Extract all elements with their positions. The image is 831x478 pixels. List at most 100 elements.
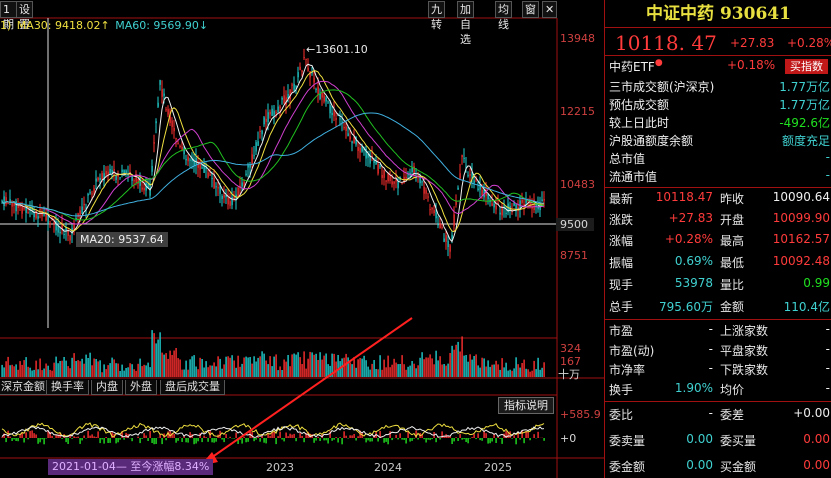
volume-bar <box>403 364 405 377</box>
volume-bar <box>87 358 89 377</box>
candle-body <box>49 223 51 225</box>
volume-bar <box>543 362 545 377</box>
field-value: - <box>825 322 830 336</box>
volume-bar <box>431 358 433 377</box>
volume-bar <box>411 361 413 377</box>
candle-body <box>343 127 345 129</box>
candle-body <box>347 133 349 137</box>
indicator-bar <box>85 438 87 439</box>
candle-body <box>69 235 71 241</box>
tab-shenjing-amount[interactable]: 深京金额 <box>0 380 50 395</box>
candle-body <box>43 214 45 216</box>
volume-bar <box>437 360 439 377</box>
info-row: 总市值 - <box>605 150 831 168</box>
volume-bar <box>69 368 71 377</box>
volume-bar <box>71 357 73 377</box>
add-watchlist-button[interactable]: 加自选 <box>457 1 474 46</box>
indicator-bar <box>273 431 275 438</box>
volume-bar <box>361 358 363 377</box>
volume-bar <box>423 359 425 377</box>
candle-body <box>451 234 453 239</box>
volume-bar <box>381 369 383 377</box>
volume-bar <box>311 352 313 377</box>
volume-bar <box>415 368 417 377</box>
volume-bar <box>143 364 145 377</box>
tab-turnover[interactable]: 换手率 <box>46 380 89 395</box>
volume-bar <box>241 363 243 377</box>
volume-bar <box>85 354 87 377</box>
candle-body <box>63 234 65 235</box>
volume-bar <box>407 366 409 377</box>
quote-grid-row: 市盈 - 上涨家数 - <box>605 322 831 342</box>
volume-bar <box>235 367 237 377</box>
volume-bar <box>231 355 233 377</box>
indicator-bar <box>83 435 85 438</box>
candle-body <box>521 199 523 203</box>
candle-body <box>357 147 359 151</box>
volume-bar <box>505 362 507 377</box>
tab-after-hours-volume[interactable]: 盘后成交量 <box>160 380 225 395</box>
indicator-bar <box>213 438 215 443</box>
indicator-bar <box>387 438 389 445</box>
indicator-bar <box>1 437 3 438</box>
candle-body <box>173 128 175 132</box>
kline-chart-area[interactable]: 1期 设置 九转 加自选 均线 窗 ✕ 1) MA30: 9418.02↑ MA… <box>0 0 604 478</box>
volume-bar <box>475 354 477 377</box>
volume-bar <box>19 361 21 377</box>
info-value: - <box>825 168 830 182</box>
window-button[interactable]: 窗 <box>522 1 539 18</box>
indicator-explain-button[interactable]: 指标说明 <box>498 397 554 414</box>
indicator-bar <box>543 438 545 441</box>
indicator-bar <box>155 438 157 444</box>
volume-bar <box>245 356 247 377</box>
candle-body <box>259 130 261 132</box>
indicator-bar <box>269 435 271 438</box>
indicator-bar <box>339 437 341 438</box>
indicator-bar <box>181 438 183 442</box>
jiuzhuan-button[interactable]: 九转 <box>428 1 445 31</box>
volume-bar <box>515 357 517 377</box>
volume-bar <box>447 363 449 377</box>
indicator-bar <box>533 434 535 438</box>
close-icon[interactable]: ✕ <box>542 1 558 18</box>
volume-bar <box>483 358 485 377</box>
indicator-bar <box>67 438 69 444</box>
volume-bar <box>47 365 49 377</box>
info-value: 1.77万亿 <box>779 98 830 112</box>
buy-index-button[interactable]: 买指数 <box>785 59 828 74</box>
candle-body <box>243 181 245 185</box>
volume-bar <box>459 351 461 377</box>
range-gain-badge[interactable]: 2021-01-04— 至今涨幅8.34% <box>48 459 214 475</box>
indicator-bar <box>349 435 351 438</box>
indicator-bar <box>435 438 437 443</box>
volume-bar <box>59 361 61 377</box>
volume-bar <box>159 332 161 377</box>
quote-grid-row: 涨幅 +0.28% 最高 10162.57 <box>605 232 831 252</box>
volume-bar <box>193 355 195 377</box>
period-button[interactable]: 1期 <box>0 1 17 31</box>
indicator-bar <box>115 438 117 444</box>
candle-body <box>101 173 103 180</box>
ma-legend: 1) MA30: 9418.02↑ MA60: 9569.90↓ <box>0 19 210 32</box>
indicator-bar <box>317 436 319 438</box>
indicator-bar <box>243 436 245 438</box>
indicator-bar <box>75 437 77 438</box>
tab-inner-volume[interactable]: 内盘 <box>91 380 123 395</box>
volume-bar <box>189 359 191 377</box>
indicator-bar <box>467 438 469 444</box>
tab-outer-volume[interactable]: 外盘 <box>125 380 157 395</box>
quote-grid-row: 换手 1.90% 均价 - <box>605 381 831 401</box>
indicator-bar <box>71 438 73 439</box>
candle-body <box>211 178 213 180</box>
divider <box>605 27 831 28</box>
indicator-bar <box>491 438 493 442</box>
volume-bar <box>477 365 479 377</box>
candle-body <box>245 173 247 175</box>
volume-bar <box>495 360 497 377</box>
settings-button[interactable]: 设置 <box>16 1 33 31</box>
candle-body <box>229 201 231 206</box>
candle-body <box>275 112 277 114</box>
volume-bar <box>29 367 31 377</box>
ma-line-button[interactable]: 均线 <box>495 1 512 31</box>
indicator-bar <box>109 438 111 443</box>
